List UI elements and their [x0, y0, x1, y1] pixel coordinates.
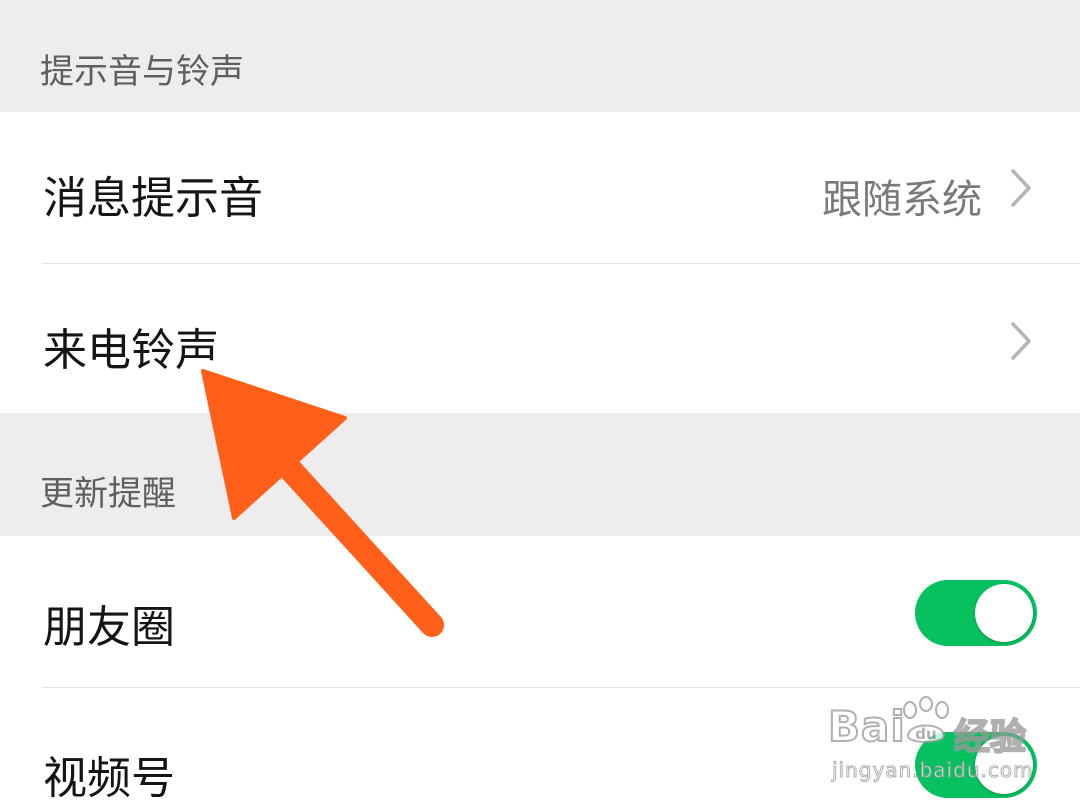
- channels-label: 视频号: [43, 753, 175, 804]
- moments-row: 朋友圈: [0, 536, 1080, 687]
- ringtone-row[interactable]: 来电铃声: [0, 264, 1080, 413]
- watermark-brand: Bai: [827, 701, 906, 752]
- message-tone-label: 消息提示音: [43, 173, 263, 224]
- chevron-right-icon: [1011, 322, 1031, 360]
- section-header-notification-sounds: 提示音与铃声: [0, 0, 1080, 112]
- message-tone-row[interactable]: 消息提示音 跟随系统: [0, 112, 1080, 263]
- section-header-update-reminders: 更新提醒: [0, 413, 1080, 536]
- watermark-du: du: [915, 725, 936, 743]
- watermark-url: jingyan.baidu.com: [832, 758, 1034, 783]
- chevron-right-icon: [1011, 169, 1031, 207]
- moments-toggle[interactable]: [915, 580, 1037, 646]
- ringtone-label: 来电铃声: [43, 325, 219, 376]
- settings-screen: 提示音与铃声 消息提示音 跟随系统 来电铃声 更新提醒 朋友圈 视频号 Bai …: [0, 0, 1080, 810]
- moments-label: 朋友圈: [43, 602, 175, 653]
- watermark-product: 经验: [953, 716, 1027, 759]
- paw-logo-icon: du: [903, 696, 949, 743]
- baidu-jingyan-watermark: Bai du 经验 jingyan.baidu.com: [826, 692, 1056, 802]
- message-tone-value: 跟随系统: [822, 177, 982, 223]
- toggle-knob: [975, 584, 1033, 642]
